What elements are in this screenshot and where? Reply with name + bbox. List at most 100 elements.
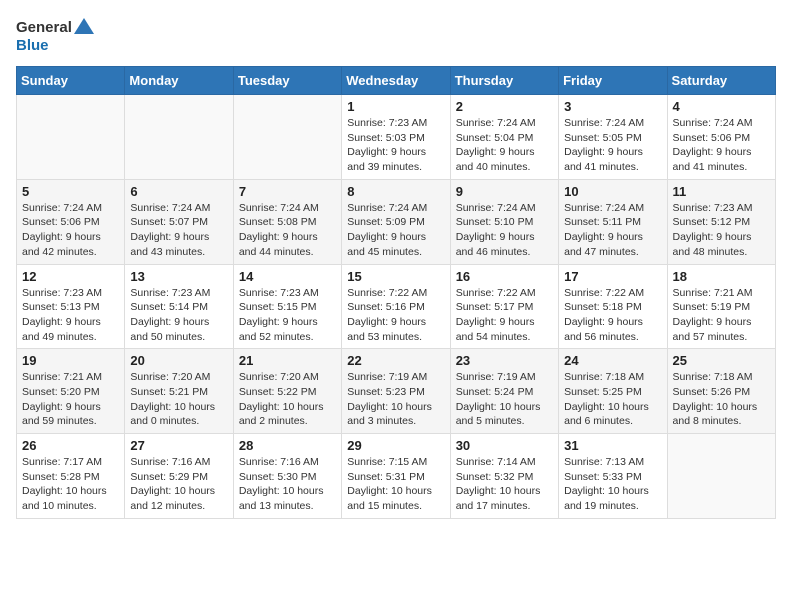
day-info: Sunrise: 7:23 AM Sunset: 5:15 PM Dayligh… (239, 286, 336, 345)
day-info: Sunrise: 7:20 AM Sunset: 5:21 PM Dayligh… (130, 370, 227, 429)
calendar-cell: 31Sunrise: 7:13 AM Sunset: 5:33 PM Dayli… (559, 434, 667, 519)
svg-text:General: General (16, 19, 72, 36)
calendar-cell: 22 Sunrise: 7:19 AM Sunset: 5:23 PM Dayli… (342, 349, 450, 434)
day-info: Sunrise: 7:22 AM Sunset: 5:17 PM Dayligh… (456, 286, 553, 345)
day-number: 13 (130, 269, 227, 284)
day-number: 16 (456, 269, 553, 284)
day-number: 11 (673, 184, 770, 199)
calendar-header-sunday: Sunday (17, 67, 125, 95)
day-info: Sunrise: 7:23 AM Sunset: 5:13 PM Dayligh… (22, 286, 119, 345)
day-number: 3 (564, 99, 661, 114)
day-info: Sunrise: 7:23 AM Sunset: 5:03 PM Dayligh… (347, 116, 444, 175)
calendar-cell (125, 95, 233, 180)
calendar-cell: 25 Sunrise: 7:18 AM Sunset: 5:26 PM Dayli… (667, 349, 775, 434)
calendar-header-tuesday: Tuesday (233, 67, 341, 95)
calendar-header-friday: Friday (559, 67, 667, 95)
day-number: 15 (347, 269, 444, 284)
day-number: 8 (347, 184, 444, 199)
calendar-cell: 3 Sunrise: 7:24 AM Sunset: 5:05 PM Daylig… (559, 95, 667, 180)
day-info: Sunrise: 7:22 AM Sunset: 5:18 PM Dayligh… (564, 286, 661, 345)
calendar-cell: 15 Sunrise: 7:22 AM Sunset: 5:16 PM Dayli… (342, 264, 450, 349)
calendar-cell: 7 Sunrise: 7:24 AM Sunset: 5:08 PM Daylig… (233, 179, 341, 264)
calendar-cell: 5 Sunrise: 7:24 AM Sunset: 5:06 PM Daylig… (17, 179, 125, 264)
day-number: 25 (673, 353, 770, 368)
day-info: Sunrise: 7:15 AM Sunset: 5:31 PM Dayligh… (347, 455, 444, 514)
calendar-cell: 2 Sunrise: 7:24 AM Sunset: 5:04 PM Daylig… (450, 95, 558, 180)
calendar-cell: 8 Sunrise: 7:24 AM Sunset: 5:09 PM Daylig… (342, 179, 450, 264)
day-number: 28 (239, 438, 336, 453)
day-number: 5 (22, 184, 119, 199)
day-info: Sunrise: 7:19 AM Sunset: 5:23 PM Dayligh… (347, 370, 444, 429)
day-number: 22 (347, 353, 444, 368)
day-number: 14 (239, 269, 336, 284)
day-info: Sunrise: 7:17 AM Sunset: 5:28 PM Dayligh… (22, 455, 119, 514)
calendar-cell: 23 Sunrise: 7:19 AM Sunset: 5:24 PM Dayli… (450, 349, 558, 434)
calendar-week-row: 19 Sunrise: 7:21 AM Sunset: 5:20 PM Dayli… (17, 349, 776, 434)
day-number: 17 (564, 269, 661, 284)
day-info: Sunrise: 7:14 AM Sunset: 5:32 PM Dayligh… (456, 455, 553, 514)
day-info: Sunrise: 7:23 AM Sunset: 5:14 PM Dayligh… (130, 286, 227, 345)
calendar-week-row: 5 Sunrise: 7:24 AM Sunset: 5:06 PM Daylig… (17, 179, 776, 264)
day-info: Sunrise: 7:24 AM Sunset: 5:11 PM Dayligh… (564, 201, 661, 260)
calendar-cell (667, 434, 775, 519)
calendar-cell: 21 Sunrise: 7:20 AM Sunset: 5:22 PM Dayli… (233, 349, 341, 434)
calendar-cell: 30Sunrise: 7:14 AM Sunset: 5:32 PM Dayli… (450, 434, 558, 519)
calendar-cell: 28Sunrise: 7:16 AM Sunset: 5:30 PM Dayli… (233, 434, 341, 519)
day-number: 4 (673, 99, 770, 114)
day-number: 21 (239, 353, 336, 368)
day-number: 9 (456, 184, 553, 199)
calendar-cell: 9 Sunrise: 7:24 AM Sunset: 5:10 PM Daylig… (450, 179, 558, 264)
day-info: Sunrise: 7:24 AM Sunset: 5:06 PM Dayligh… (22, 201, 119, 260)
calendar-cell: 16 Sunrise: 7:22 AM Sunset: 5:17 PM Dayli… (450, 264, 558, 349)
calendar-cell: 6Sunrise: 7:24 AM Sunset: 5:07 PM Daylig… (125, 179, 233, 264)
day-info: Sunrise: 7:22 AM Sunset: 5:16 PM Dayligh… (347, 286, 444, 345)
day-info: Sunrise: 7:24 AM Sunset: 5:10 PM Dayligh… (456, 201, 553, 260)
calendar-cell: 12 Sunrise: 7:23 AM Sunset: 5:13 PM Dayli… (17, 264, 125, 349)
day-info: Sunrise: 7:21 AM Sunset: 5:19 PM Dayligh… (673, 286, 770, 345)
logo-icon: GeneralBlue (16, 16, 106, 54)
day-info: Sunrise: 7:23 AM Sunset: 5:12 PM Dayligh… (673, 201, 770, 260)
day-number: 29 (347, 438, 444, 453)
calendar-cell: 10 Sunrise: 7:24 AM Sunset: 5:11 PM Dayli… (559, 179, 667, 264)
calendar-table: SundayMondayTuesdayWednesdayThursdayFrid… (16, 66, 776, 519)
calendar-header-saturday: Saturday (667, 67, 775, 95)
day-info: Sunrise: 7:18 AM Sunset: 5:25 PM Dayligh… (564, 370, 661, 429)
logo: GeneralBlue (16, 16, 106, 54)
day-number: 24 (564, 353, 661, 368)
page-header: GeneralBlue (16, 16, 776, 54)
calendar-cell: 29 Sunrise: 7:15 AM Sunset: 5:31 PM Dayli… (342, 434, 450, 519)
calendar-cell: 24 Sunrise: 7:18 AM Sunset: 5:25 PM Dayli… (559, 349, 667, 434)
day-number: 18 (673, 269, 770, 284)
calendar-header-row: SundayMondayTuesdayWednesdayThursdayFrid… (17, 67, 776, 95)
day-number: 1 (347, 99, 444, 114)
day-number: 26 (22, 438, 119, 453)
day-info: Sunrise: 7:24 AM Sunset: 5:04 PM Dayligh… (456, 116, 553, 175)
day-info: Sunrise: 7:24 AM Sunset: 5:06 PM Dayligh… (673, 116, 770, 175)
day-info: Sunrise: 7:18 AM Sunset: 5:26 PM Dayligh… (673, 370, 770, 429)
calendar-week-row: 26 Sunrise: 7:17 AM Sunset: 5:28 PM Dayli… (17, 434, 776, 519)
day-number: 31 (564, 438, 661, 453)
day-info: Sunrise: 7:24 AM Sunset: 5:08 PM Dayligh… (239, 201, 336, 260)
day-info: Sunrise: 7:24 AM Sunset: 5:05 PM Dayligh… (564, 116, 661, 175)
day-number: 12 (22, 269, 119, 284)
day-info: Sunrise: 7:20 AM Sunset: 5:22 PM Dayligh… (239, 370, 336, 429)
day-number: 23 (456, 353, 553, 368)
day-info: Sunrise: 7:24 AM Sunset: 5:09 PM Dayligh… (347, 201, 444, 260)
day-info: Sunrise: 7:21 AM Sunset: 5:20 PM Dayligh… (22, 370, 119, 429)
day-number: 2 (456, 99, 553, 114)
calendar-week-row: 12 Sunrise: 7:23 AM Sunset: 5:13 PM Dayli… (17, 264, 776, 349)
calendar-header-wednesday: Wednesday (342, 67, 450, 95)
day-number: 19 (22, 353, 119, 368)
calendar-cell: 14 Sunrise: 7:23 AM Sunset: 5:15 PM Dayli… (233, 264, 341, 349)
svg-text:Blue: Blue (16, 37, 49, 54)
calendar-cell: 4 Sunrise: 7:24 AM Sunset: 5:06 PM Daylig… (667, 95, 775, 180)
day-number: 7 (239, 184, 336, 199)
day-number: 27 (130, 438, 227, 453)
calendar-header-monday: Monday (125, 67, 233, 95)
calendar-cell: 19 Sunrise: 7:21 AM Sunset: 5:20 PM Dayli… (17, 349, 125, 434)
calendar-cell: 1 Sunrise: 7:23 AM Sunset: 5:03 PM Daylig… (342, 95, 450, 180)
day-info: Sunrise: 7:19 AM Sunset: 5:24 PM Dayligh… (456, 370, 553, 429)
calendar-header-thursday: Thursday (450, 67, 558, 95)
calendar-cell: 13 Sunrise: 7:23 AM Sunset: 5:14 PM Dayli… (125, 264, 233, 349)
day-number: 10 (564, 184, 661, 199)
